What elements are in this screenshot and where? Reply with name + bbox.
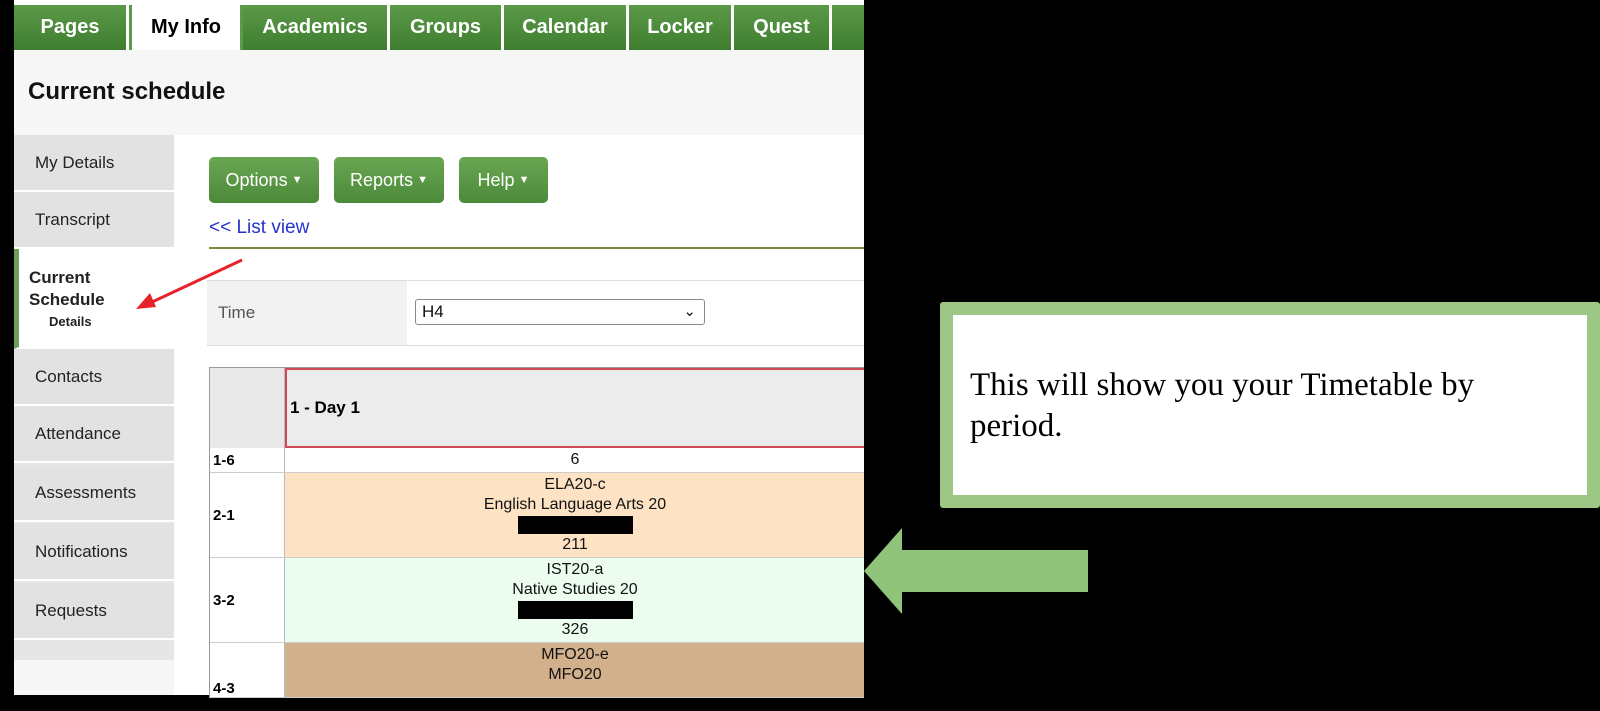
schedule-cell[interactable]: IST20-a Native Studies 20 326	[285, 558, 864, 643]
tab-calendar[interactable]: Calendar	[504, 5, 629, 50]
options-label: Options	[225, 169, 288, 190]
course-name: English Language Arts 20	[483, 496, 667, 513]
page-body: Current schedule My Details Transcript C…	[14, 50, 864, 698]
callout-text: This will show you your Timetable by per…	[970, 367, 1475, 444]
schedule-cell[interactable]: ELA20-c English Language Arts 20 211	[285, 473, 864, 558]
tab-pages[interactable]: Pages	[14, 5, 129, 50]
caret-down-icon: ▼	[417, 174, 428, 186]
sidebar-item-label: Assessments	[35, 482, 137, 502]
callout-box: This will show you your Timetable by per…	[940, 302, 1600, 508]
sidebar: My Details Transcript Current Schedule D…	[14, 135, 174, 660]
page-title: Current schedule	[28, 78, 226, 105]
help-menu-button[interactable]: Help ▼	[459, 157, 548, 203]
reports-menu-button[interactable]: Reports ▼	[334, 157, 444, 203]
sidebar-item-my-details[interactable]: My Details	[14, 135, 174, 192]
sidebar-item-requests[interactable]: Requests	[14, 583, 174, 640]
time-select-value: H4	[422, 302, 444, 321]
room-number: 326	[561, 621, 589, 638]
time-select[interactable]: H4 ⌄	[415, 299, 705, 325]
room-number: 211	[562, 536, 588, 553]
redaction-bar	[517, 601, 633, 619]
period-label: 3-2	[210, 558, 285, 643]
help-label: Help	[477, 169, 515, 190]
divider	[209, 247, 864, 249]
top-navigation-bar: Pages My Info Academics Groups Calendar …	[14, 0, 864, 50]
course-name: MFO20	[548, 666, 602, 683]
sidebar-item-label: Current Schedule	[29, 268, 105, 309]
period-label: 4-3	[210, 643, 285, 698]
course-code: ELA20-c	[544, 476, 606, 493]
tab-my-info[interactable]: My Info	[129, 5, 243, 50]
green-pointer-arrow	[864, 528, 1088, 614]
sidebar-item-assessments[interactable]: Assessments	[14, 465, 174, 522]
tab-overflow[interactable]	[832, 5, 864, 50]
screenshot-region: Pages My Info Academics Groups Calendar …	[0, 0, 864, 711]
caret-down-icon: ▼	[518, 174, 530, 186]
chevron-down-icon: ⌄	[683, 303, 696, 320]
tab-academics[interactable]: Academics	[243, 5, 390, 50]
caret-down-icon: ▼	[291, 174, 303, 186]
main-content: Options ▼ Reports ▼ Help ▼ << List view Tim…	[174, 135, 864, 698]
sidebar-item-notifications[interactable]: Notifications	[14, 524, 174, 581]
sidebar-item-attendance[interactable]: Attendance	[14, 406, 174, 463]
course-code: MFO20-e	[541, 646, 609, 663]
tab-locker[interactable]: Locker	[629, 5, 734, 50]
course-code: IST20-a	[546, 561, 604, 578]
schedule-cell: 6	[285, 448, 864, 473]
reports-label: Reports	[350, 169, 414, 190]
period-label: 2-1	[210, 473, 285, 558]
time-filter-row: Time H4 ⌄	[207, 280, 864, 346]
sidebar-item-label: Notifications	[35, 541, 128, 561]
tab-quest[interactable]: Quest	[734, 5, 832, 50]
sidebar-item-label: Requests	[35, 600, 107, 620]
tab-groups[interactable]: Groups	[390, 5, 504, 50]
list-view-link[interactable]: << List view	[209, 217, 309, 239]
sidebar-item-contacts[interactable]: Contacts	[14, 349, 174, 406]
day-header: 1 - Day 1	[285, 368, 864, 448]
options-menu-button[interactable]: Options ▼	[209, 157, 319, 203]
course-name: Native Studies 20	[512, 581, 638, 598]
sidebar-item-transcript[interactable]: Transcript	[14, 192, 174, 249]
red-annotation-arrow	[136, 258, 243, 309]
grid-corner	[210, 368, 285, 448]
sidebar-item-label: My Details	[35, 152, 115, 172]
sidebar-item-label: Transcript	[35, 209, 110, 229]
cell-line: 6	[570, 451, 580, 468]
period-label: 1-6	[210, 448, 285, 473]
sidebar-item-label: Attendance	[35, 423, 122, 443]
sidebar-subitem-details[interactable]: Details	[49, 314, 92, 329]
redaction-bar	[517, 516, 633, 534]
schedule-grid: 1 - Day 1 1-6 6 2-1 ELA20-c English Lang…	[209, 367, 864, 698]
schedule-cell[interactable]: MFO20-e MFO20	[285, 643, 864, 698]
sidebar-item-label: Contacts	[35, 366, 103, 386]
time-filter-cell: H4 ⌄	[407, 281, 864, 345]
